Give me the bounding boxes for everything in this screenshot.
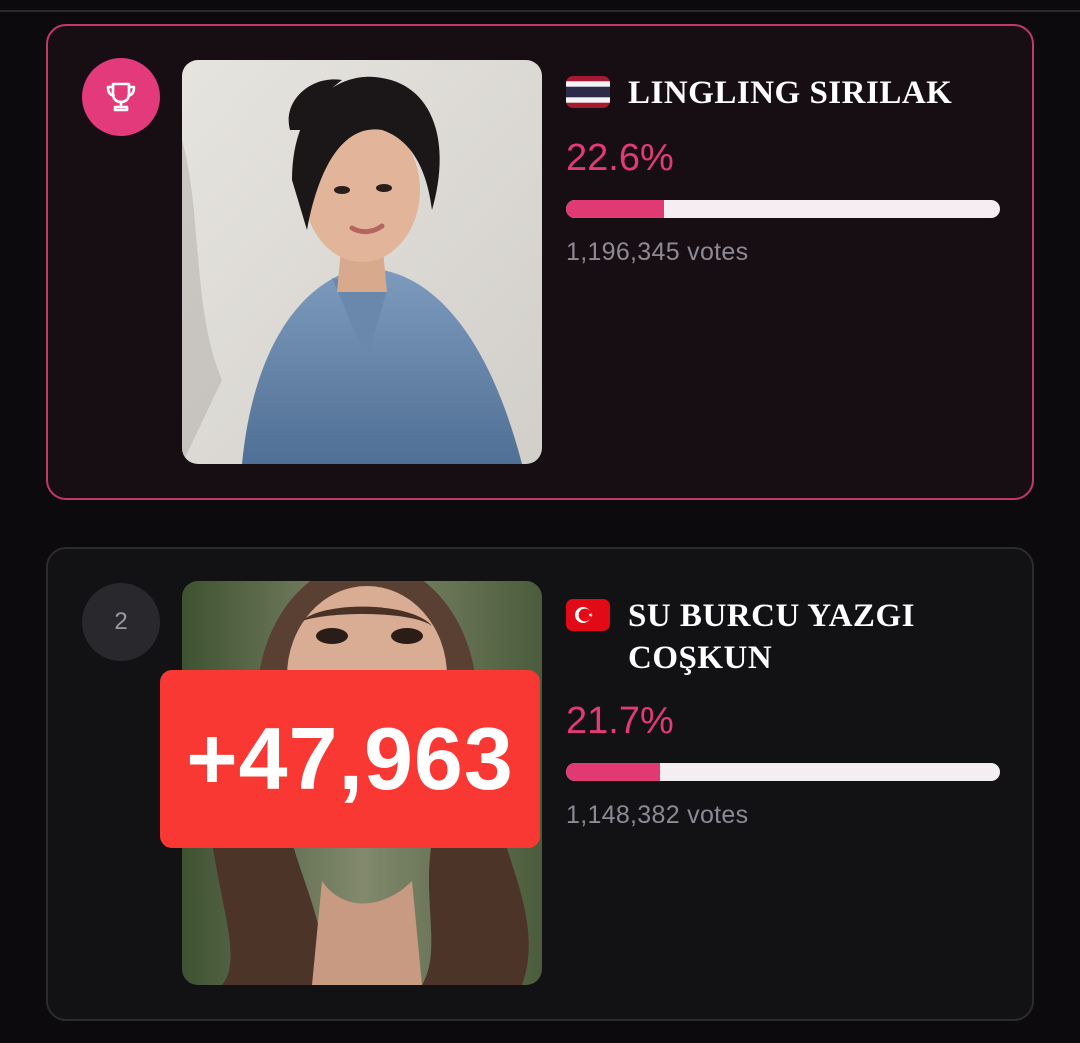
contestant-name: LINGLING SIRILAK bbox=[628, 75, 953, 111]
trophy-icon bbox=[106, 82, 136, 112]
vote-gain-text: +47,963 bbox=[186, 709, 514, 808]
vote-progress-fill bbox=[566, 200, 665, 218]
name-row: LINGLING SIRILAK bbox=[566, 72, 1006, 114]
contestant-name: SU BURCU YAZGI COŞKUN bbox=[628, 598, 915, 676]
vote-percentage: 22.6% bbox=[566, 137, 674, 179]
rank-number: 2 bbox=[114, 608, 128, 635]
vote-progress-bar bbox=[566, 200, 1000, 218]
rank-badge bbox=[82, 58, 160, 136]
contestant-info: SU BURCU YAZGI COŞKUN 21.7% 1,148,382 vo… bbox=[566, 595, 1006, 830]
vote-gain-badge: +47,963 bbox=[160, 670, 540, 848]
top-divider bbox=[0, 0, 1080, 12]
vote-count: 1,196,345 votes bbox=[566, 238, 749, 266]
vote-progress-fill bbox=[566, 763, 661, 781]
name-row: SU BURCU YAZGI COŞKUN bbox=[566, 595, 1006, 679]
vote-percentage: 21.7% bbox=[566, 700, 674, 742]
thailand-flag bbox=[566, 76, 610, 108]
contestant-photo bbox=[182, 60, 542, 464]
vote-progress-bar bbox=[566, 763, 1000, 781]
contestant-card-1[interactable]: LINGLING SIRILAK 22.6% 1,196,345 votes bbox=[46, 24, 1034, 500]
rank-badge: 2 bbox=[82, 583, 160, 661]
vote-count: 1,148,382 votes bbox=[566, 801, 749, 829]
turkey-flag bbox=[566, 599, 610, 631]
contestant-info: LINGLING SIRILAK 22.6% 1,196,345 votes bbox=[566, 72, 1006, 267]
